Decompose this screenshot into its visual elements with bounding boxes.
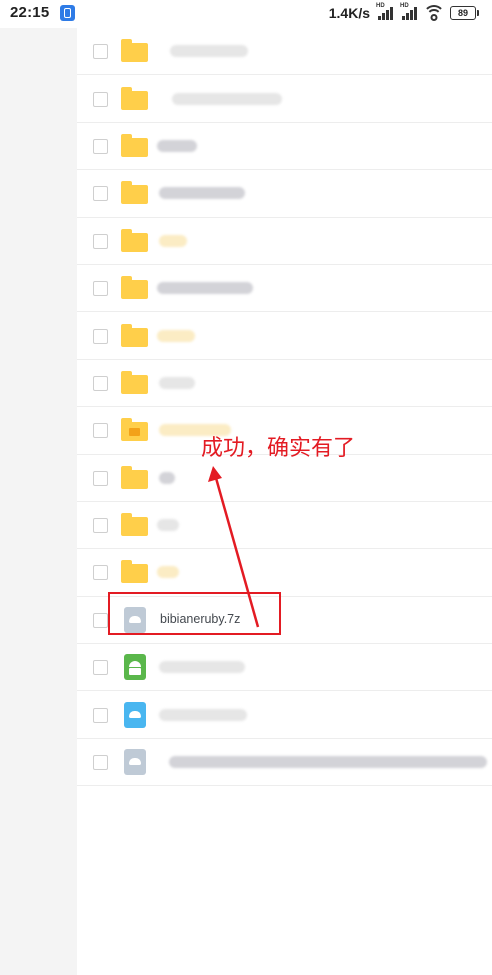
file-row[interactable] [77, 312, 492, 360]
redacted-name [157, 139, 197, 152]
select-checkbox[interactable] [93, 44, 108, 60]
redacted-name [159, 708, 247, 721]
file-row[interactable] [77, 28, 492, 76]
file-row[interactable] [77, 549, 492, 597]
folder-icon [121, 133, 148, 157]
redacted-name [159, 187, 245, 200]
select-checkbox[interactable] [93, 755, 108, 771]
redacted-name [157, 282, 253, 295]
select-checkbox[interactable] [93, 186, 108, 202]
folder-icon [121, 228, 148, 252]
image-file-icon [124, 701, 146, 728]
folder-icon [121, 323, 148, 347]
select-checkbox[interactable] [93, 375, 108, 391]
select-checkbox[interactable] [93, 612, 108, 628]
redacted-name [169, 756, 487, 769]
annotation-text: 成功，确实有了 [201, 436, 356, 461]
left-side-panel [0, 28, 77, 975]
select-checkbox[interactable] [93, 470, 108, 486]
folder-icon [121, 560, 148, 584]
folder-icon [121, 370, 148, 394]
network-speed: 1.4K/s [328, 5, 370, 21]
select-checkbox[interactable] [93, 328, 108, 344]
redacted-name [157, 519, 179, 532]
redacted-name [159, 234, 187, 247]
folder-icon [121, 86, 148, 110]
redacted-name [159, 661, 245, 674]
select-checkbox[interactable] [93, 138, 108, 154]
redacted-name [159, 471, 175, 484]
select-checkbox[interactable] [93, 518, 108, 534]
file-row[interactable] [77, 75, 492, 123]
app-notification-icon [60, 5, 75, 21]
file-row[interactable] [77, 502, 492, 550]
archive-file-icon [124, 749, 146, 776]
file-row[interactable] [77, 360, 492, 408]
status-time: 22:15 [10, 4, 50, 21]
folder-icon [121, 181, 148, 205]
select-checkbox[interactable] [93, 423, 108, 439]
folder-icon [121, 276, 148, 300]
folder-icon [121, 465, 148, 489]
folder-briefcase-icon [121, 418, 148, 442]
folder-icon [121, 39, 148, 63]
status-indicators: 1.4K/s HD HD 89 [328, 3, 479, 22]
battery-icon: 89 [450, 6, 479, 20]
file-row[interactable] [77, 170, 492, 218]
select-checkbox[interactable] [93, 707, 108, 723]
select-checkbox[interactable] [93, 660, 108, 676]
select-checkbox[interactable] [93, 565, 108, 581]
file-row[interactable] [77, 123, 492, 171]
file-row[interactable] [77, 218, 492, 265]
select-checkbox[interactable] [93, 91, 108, 107]
redacted-name [157, 329, 195, 342]
redacted-name [159, 376, 195, 389]
file-row[interactable] [77, 691, 492, 739]
redacted-name [170, 45, 248, 58]
redacted-name [172, 92, 282, 105]
select-checkbox[interactable] [93, 281, 108, 297]
folder-icon [121, 513, 148, 537]
select-checkbox[interactable] [93, 233, 108, 249]
signal-strength-icon: HD [376, 3, 394, 20]
file-row[interactable] [77, 644, 492, 692]
android-apk-icon [124, 654, 146, 681]
status-bar: 22:15 1.4K/s HD HD 89 [0, 0, 492, 28]
file-row[interactable] [77, 739, 492, 787]
file-list: bibianeruby.7z [77, 28, 492, 787]
redacted-name [157, 566, 179, 579]
signal-strength-icon: HD [400, 3, 418, 20]
highlight-box [108, 592, 281, 635]
file-row[interactable] [77, 265, 492, 313]
wifi-icon [423, 5, 445, 21]
